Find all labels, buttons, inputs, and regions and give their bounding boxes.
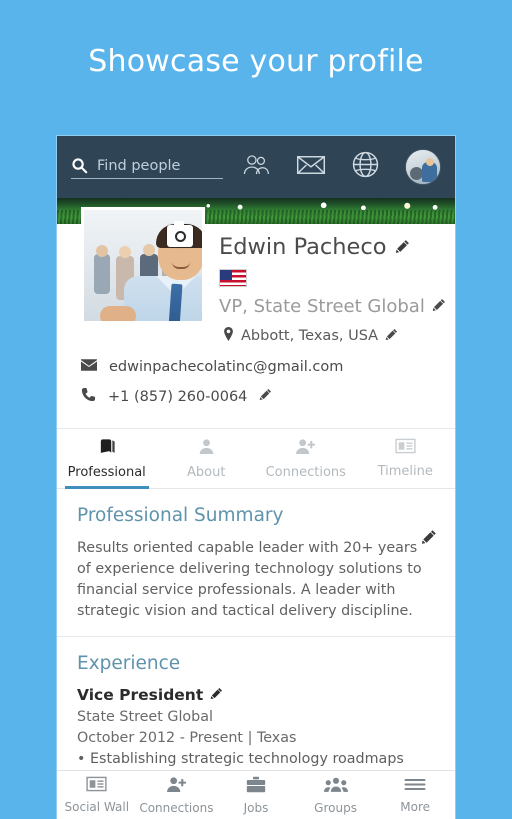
- profile-email[interactable]: edwinpachecolatinc@gmail.com: [109, 359, 343, 375]
- summary-text: Results oriented capable leader with 20+…: [77, 540, 422, 619]
- tab-timeline[interactable]: Timeline: [356, 429, 456, 488]
- section-title: Experience: [77, 653, 181, 674]
- id-card-icon: [395, 438, 416, 459]
- profile-title: VP, State Street Global: [219, 296, 425, 317]
- profile-name-row: Edwin Pacheco: [219, 234, 455, 260]
- bottom-nav-label: Groups: [314, 800, 357, 815]
- pencil-icon[interactable]: [210, 686, 223, 704]
- bottom-nav-label: More: [400, 799, 431, 814]
- profile-photo-frame[interactable]: [81, 207, 205, 324]
- bottom-nav-social-wall[interactable]: Social Wall: [57, 771, 137, 819]
- promo-headline: Showcase your profile: [88, 44, 424, 79]
- flag-canton: [220, 270, 232, 280]
- tab-label: About: [187, 464, 226, 480]
- experience-dates: October 2012 - Present | Texas: [77, 730, 297, 746]
- experience-job-title-row: Vice President: [77, 686, 435, 704]
- profile-tabs: Professional About Connections Timeline: [57, 429, 455, 489]
- tab-label: Professional: [67, 464, 146, 480]
- person-icon: [198, 438, 215, 460]
- pencil-icon[interactable]: [385, 328, 398, 345]
- bottom-navigation: Social Wall Connections Jobs Groups More: [57, 770, 455, 819]
- bottom-nav-more[interactable]: More: [375, 771, 455, 819]
- user-avatar[interactable]: [405, 149, 441, 185]
- bottom-nav-label: Social Wall: [64, 800, 130, 814]
- phone-icon: [81, 387, 96, 406]
- professional-summary-section: Professional Summary Results oriented ca…: [57, 489, 455, 637]
- section-title: Professional Summary: [77, 505, 284, 526]
- book-icon: [97, 438, 116, 460]
- group-icon: [323, 776, 348, 798]
- person-add-icon: [166, 776, 187, 798]
- avatar-head: [426, 158, 434, 166]
- experience-company: State Street Global: [77, 709, 213, 725]
- photo-bg-figure-head: [143, 244, 155, 256]
- pencil-icon[interactable]: [395, 234, 410, 260]
- pencil-icon[interactable]: [259, 388, 272, 405]
- contacts-icon[interactable]: [242, 153, 270, 182]
- profile-info: Edwin Pacheco VP, State Street Global Ab…: [205, 224, 455, 345]
- app-screenshot: Showcase your profile Find people Edwin …: [0, 0, 512, 819]
- mail-icon[interactable]: [296, 154, 326, 181]
- search-field[interactable]: [71, 157, 223, 179]
- experience-job-title: Vice President: [77, 686, 204, 704]
- camera-lens: [174, 230, 186, 242]
- location-pin-icon: [223, 327, 234, 345]
- profile-phone-row: +1 (857) 260-0064: [81, 387, 455, 406]
- hamburger-icon: [404, 777, 426, 797]
- profile-title-row: VP, State Street Global: [219, 296, 455, 317]
- tab-label: Timeline: [377, 464, 433, 479]
- search-input[interactable]: [97, 157, 207, 174]
- us-flag-icon: [219, 269, 247, 287]
- photo-bg-figure-head: [96, 245, 108, 257]
- app-top-bar: [57, 136, 455, 198]
- bottom-nav-groups[interactable]: Groups: [296, 771, 376, 819]
- globe-icon[interactable]: [352, 151, 379, 183]
- profile-location: Abbott, Texas, USA: [241, 328, 379, 344]
- tab-about[interactable]: About: [157, 429, 257, 488]
- phone-frame: Edwin Pacheco VP, Stat: [57, 136, 455, 819]
- appbar-icon-group: [242, 136, 441, 198]
- profile-location-row: Abbott, Texas, USA: [223, 327, 455, 345]
- camera-icon[interactable]: [167, 221, 193, 247]
- pencil-icon[interactable]: [432, 296, 446, 317]
- pencil-icon[interactable]: [421, 529, 437, 550]
- tab-connections[interactable]: Connections: [256, 429, 356, 488]
- id-card-icon: [86, 776, 107, 797]
- profile-email-row: edwinpachecolatinc@gmail.com: [81, 359, 455, 375]
- photo-bg-figure-head: [119, 246, 131, 258]
- tab-professional[interactable]: Professional: [57, 429, 157, 489]
- tab-label: Connections: [265, 464, 346, 480]
- envelope-icon: [81, 359, 97, 375]
- photo-bg-figure: [94, 254, 110, 294]
- bottom-nav-jobs[interactable]: Jobs: [216, 771, 296, 819]
- bottom-nav-connections[interactable]: Connections: [137, 771, 217, 819]
- briefcase-icon: [246, 776, 266, 798]
- photo-subject-hand: [100, 306, 136, 321]
- profile-name: Edwin Pacheco: [219, 234, 387, 260]
- profile-header: Edwin Pacheco VP, State Street Global Ab…: [57, 207, 455, 429]
- profile-contact-rows: edwinpachecolatinc@gmail.com +1 (857) 26…: [57, 345, 455, 406]
- search-icon: [71, 157, 88, 174]
- bottom-nav-label: Connections: [139, 800, 214, 815]
- person-add-icon: [295, 438, 316, 460]
- profile-phone[interactable]: +1 (857) 260-0064: [108, 389, 247, 405]
- bottom-nav-label: Jobs: [243, 800, 269, 815]
